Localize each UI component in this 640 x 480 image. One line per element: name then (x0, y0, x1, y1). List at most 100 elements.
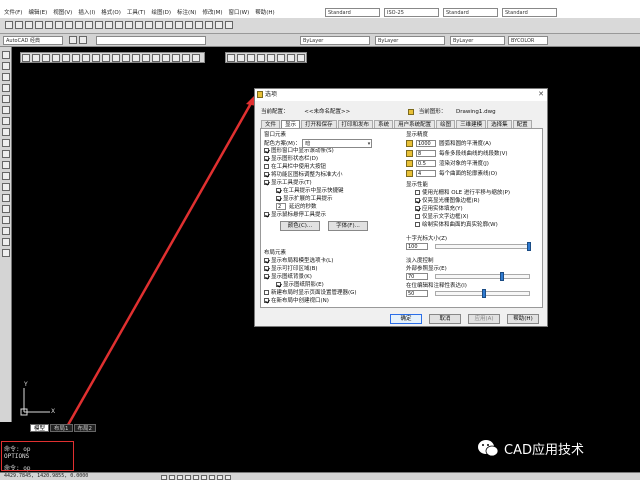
ok-button[interactable]: 确定 (390, 314, 422, 324)
crosshair-slider-thumb[interactable] (527, 242, 531, 251)
inplace-slider[interactable] (435, 289, 530, 298)
ortho-icon[interactable] (177, 475, 183, 480)
delay-input[interactable]: 2 (276, 203, 286, 210)
apply-button[interactable]: 应用(A) (468, 314, 500, 324)
dialog-tab[interactable]: 配置 (512, 120, 532, 128)
xref-display-label: 外部参照显示(E) (406, 266, 447, 272)
watermark: CAD应用技术 (476, 436, 584, 460)
color-scheme-select[interactable]: 暗 ▾ (302, 139, 373, 148)
resolution-label: 每个曲面的轮廓素线(O) (439, 171, 498, 177)
checkbox[interactable] (264, 156, 269, 161)
checkbox-row[interactable]: 显示图纸阴影(E) (264, 281, 391, 289)
checkbox-row[interactable]: 图形窗口中显示滚动条(S) (264, 147, 391, 155)
checkbox[interactable] (276, 196, 281, 201)
otrack-icon[interactable] (201, 475, 207, 480)
xref-input[interactable]: 70 (406, 273, 428, 280)
dyn-icon[interactable] (217, 475, 223, 480)
checkbox-row[interactable]: 2 延迟的秒数 (264, 203, 391, 211)
checkbox[interactable] (264, 290, 269, 295)
checkbox-label: 使用光栅和 OLE 进行平移与缩放(P) (422, 190, 510, 196)
checkbox[interactable] (276, 188, 281, 193)
checkbox[interactable] (264, 258, 269, 263)
dialog-tab[interactable]: 显示 (281, 120, 301, 128)
dialog-tab[interactable]: 三维建模 (456, 120, 487, 128)
ucs-axes (20, 388, 50, 416)
grid-icon[interactable] (169, 475, 175, 480)
resolution-input[interactable]: 4 (416, 170, 436, 177)
checkbox-label: 绘制实体和曲面的真实轮廓(W) (422, 222, 498, 228)
color-scheme-value: 暗 (305, 141, 311, 147)
close-icon[interactable]: ✕ (538, 90, 544, 98)
dialog-tab[interactable]: 绘图 (436, 120, 456, 128)
lwt-icon[interactable] (225, 475, 231, 480)
dialog-tabs: 文件 显示 打开和保存 打印和发布 系统 用户系统配置 绘图 三维建模 选择集 配置 (261, 120, 533, 128)
checkbox-row[interactable]: 显示鼠标悬停工具提示 (264, 211, 391, 219)
snap-icon[interactable] (161, 475, 167, 480)
checkbox-row[interactable]: 显示工具提示(T) (264, 179, 391, 187)
checkbox-row[interactable]: 绘制实体和曲面的真实轮廓(W) (406, 221, 541, 229)
arrow-to-dialog (66, 97, 256, 426)
fonts-button[interactable]: 字体(F)... (328, 221, 368, 231)
inplace-input[interactable]: 50 (406, 290, 428, 297)
checkbox-row[interactable]: 仅亮显光栅图像边框(R) (406, 197, 541, 205)
checkbox[interactable] (415, 214, 420, 219)
checkbox[interactable] (264, 274, 269, 279)
colors-button[interactable]: 颜色(C)... (280, 221, 320, 231)
checkbox-label: 在新布局中创建视口(N) (271, 298, 329, 304)
resolution-input[interactable]: 8 (416, 150, 436, 157)
checkbox[interactable] (264, 172, 269, 177)
crosshair-title: 十字光标大小(Z) (406, 236, 448, 242)
dialog-tab[interactable]: 打开和保存 (301, 120, 337, 128)
resolution-input[interactable]: 0.5 (416, 160, 436, 167)
checkbox-row[interactable]: 在工具栏中使用大按钮 (264, 163, 391, 171)
checkbox-row[interactable]: 新建布局时显示页面设置管理器(G) (264, 289, 391, 297)
dialog-tab[interactable]: 打印和发布 (337, 120, 374, 128)
checkbox[interactable] (415, 198, 420, 203)
checkbox-label: 显示图纸阴影(E) (283, 282, 324, 288)
checkbox[interactable] (415, 206, 420, 211)
checkbox-row[interactable]: 在工具提示中显示快捷键 (264, 187, 391, 195)
xref-slider[interactable] (435, 272, 530, 281)
checkbox[interactable] (264, 266, 269, 271)
checkbox[interactable] (276, 282, 281, 287)
layout-tab[interactable]: 布局2 (73, 424, 97, 432)
polar-icon[interactable] (185, 475, 191, 480)
checkbox-row[interactable]: 使用光栅和 OLE 进行平移与缩放(P) (406, 189, 541, 197)
crosshair-input[interactable]: 100 (406, 243, 428, 250)
layout-tab[interactable]: 布局1 (50, 424, 73, 432)
resolution-row: 1000 圆弧和圆的平滑度(A) (406, 139, 541, 149)
resolution-row: 0.5 渲染对象的平滑度(J) (406, 159, 541, 169)
checkbox[interactable] (264, 164, 269, 169)
checkbox-row[interactable]: 显示扩展的工具提示 (264, 195, 391, 203)
cancel-button[interactable]: 取消 (429, 314, 461, 324)
checkbox-label: 在工具提示中显示快捷键 (283, 188, 344, 194)
checkbox-row[interactable]: 将功能区图标调整为标准大小 (264, 171, 391, 179)
checkbox-row[interactable]: 显示布局和模型选项卡(L) (264, 257, 391, 265)
dialog-tab[interactable]: 文件 (261, 120, 281, 128)
help-button[interactable]: 帮助(H) (507, 314, 539, 324)
crosshair-slider[interactable] (435, 242, 531, 251)
checkbox-row[interactable]: 显示图纸背景(K) (264, 273, 391, 281)
xref-slider-thumb[interactable] (499, 272, 504, 281)
checkbox-row[interactable]: 应用实体填充(Y) (406, 205, 541, 213)
inplace-row: 50 (406, 289, 541, 298)
checkbox[interactable] (264, 298, 269, 303)
dialog-tab[interactable]: 系统 (374, 120, 394, 128)
checkbox[interactable] (415, 222, 420, 227)
dialog-tab[interactable]: 选择集 (487, 120, 512, 128)
checkbox-row[interactable]: 仅显示文字边框(X) (406, 213, 541, 221)
checkbox[interactable] (264, 148, 269, 153)
checkbox-row[interactable]: 显示可打印区域(B) (264, 265, 391, 273)
watermark-text: CAD应用技术 (504, 442, 584, 458)
checkbox-row[interactable]: 显示图形状态栏(D) (264, 155, 391, 163)
osnap-icon[interactable] (193, 475, 199, 480)
checkbox[interactable] (415, 190, 420, 195)
checkbox[interactable] (264, 212, 269, 217)
checkbox-row[interactable]: 在新布局中创建视口(N) (264, 297, 391, 305)
checkbox[interactable] (264, 180, 269, 185)
layout-tab[interactable]: 模型 (30, 424, 50, 432)
inplace-slider-thumb[interactable] (481, 289, 486, 298)
dialog-tab[interactable]: 用户系统配置 (394, 120, 436, 128)
ducs-icon[interactable] (209, 475, 215, 480)
resolution-input[interactable]: 1000 (416, 140, 436, 147)
